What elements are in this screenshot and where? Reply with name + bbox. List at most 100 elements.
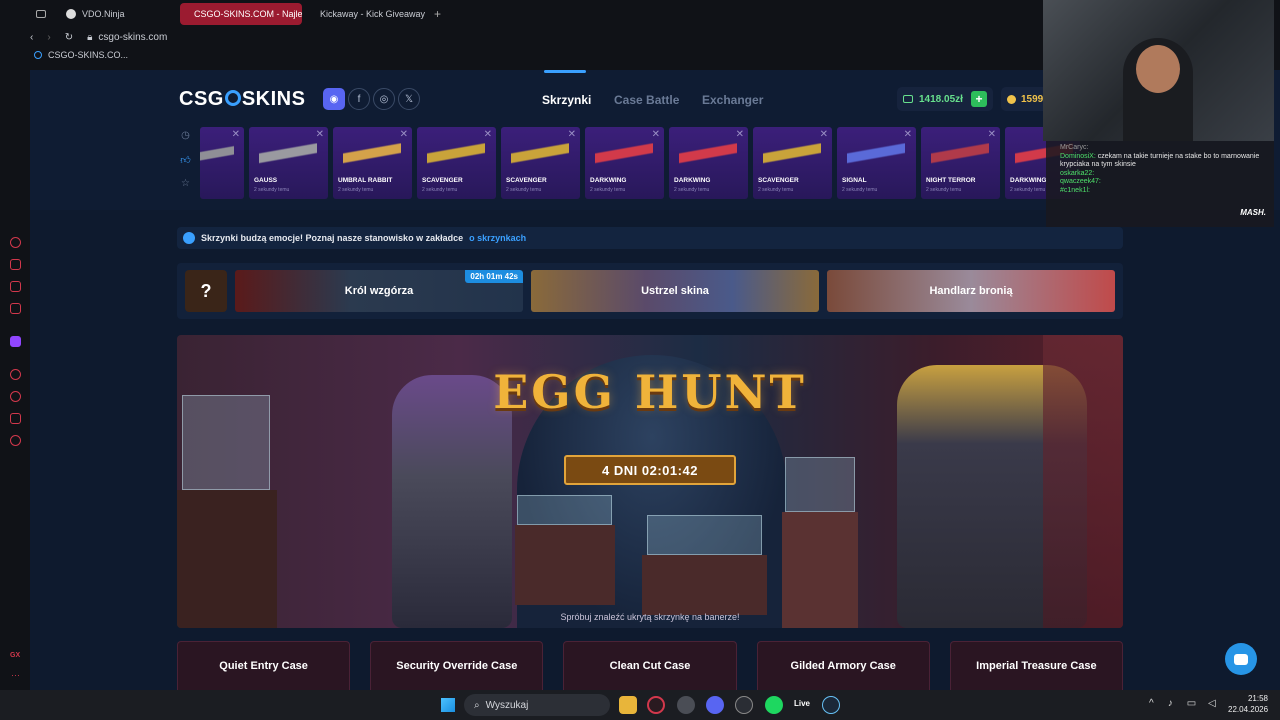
event-handlarz-bronia[interactable]: Handlarz bronią <box>827 270 1115 312</box>
weapon-skin-image <box>200 143 234 165</box>
event-label: Król wzgórza <box>344 285 414 297</box>
live-drop-card[interactable]: ✕ SCAVENGER 2 sekundy temu <box>753 127 832 199</box>
drop-skin-name: UMBRAL RABBIT <box>338 177 393 184</box>
live-drop-card[interactable]: ✕ SIGNAL 2 sekundy temu <box>837 127 916 199</box>
coin-icon <box>1007 94 1016 104</box>
coin-value: 1599 <box>1021 93 1044 105</box>
banner-countdown: 4 DNI 02:01:42 <box>564 455 736 485</box>
chat-line: #c1nek1l: <box>1060 186 1090 194</box>
opera-sidebar: GX ··· <box>0 0 30 690</box>
opera-gx-taskbar-icon[interactable] <box>647 696 665 714</box>
microphone-icon[interactable]: ♪ <box>1168 698 1173 709</box>
windows-taskbar: ⌕ Wyszukaj Live ^ ♪ ▭ ◁ 21:58 22.04.2026 <box>0 690 1280 720</box>
sidebar-speed-dial-icon[interactable] <box>10 237 21 248</box>
case-gilded-armory[interactable]: Gilded Armory Case <box>756 641 930 690</box>
sidebar-settings-icon[interactable] <box>10 435 21 446</box>
sidebar-player-icon[interactable] <box>10 369 21 380</box>
case-clean-cut[interactable]: Clean Cut Case <box>563 641 737 690</box>
weapon-skin-image <box>931 143 989 165</box>
like-filter-icon[interactable]: 👍︎ <box>180 154 191 166</box>
taskbar-search[interactable]: ⌕ Wyszukaj <box>464 694 610 716</box>
facebook-icon[interactable]: f <box>348 88 370 110</box>
pedestal-center-left <box>515 525 615 605</box>
case-imperial-treasure[interactable]: Imperial Treasure Case <box>949 641 1124 690</box>
mystery-box-button[interactable]: ? <box>185 270 227 312</box>
instagram-icon[interactable]: ◎ <box>373 88 395 110</box>
banner-hint: Spróbuj znaleźć ukrytą skrzynkę na baner… <box>560 612 740 622</box>
forward-icon[interactable]: › <box>47 32 50 43</box>
nav-case-battle[interactable]: Case Battle <box>614 93 679 107</box>
site-logo[interactable]: CSG SKINS <box>179 88 305 111</box>
egg-hunt-banner[interactable]: EGG HUNT 4 DNI 02:01:42 Spróbuj znaleźć … <box>177 335 1123 628</box>
tab-vdo-ninja[interactable]: VDO.Ninja <box>58 3 176 25</box>
live-drop-card[interactable]: ✕ SCAVENGER 2 sekundy temu <box>417 127 496 199</box>
app-taskbar-icon[interactable] <box>735 696 753 714</box>
sidebar-extensions-icon[interactable] <box>10 413 21 424</box>
nav-active-indicator <box>544 70 586 73</box>
live-drop-card[interactable]: ✕ DARKWING 2 sekundy temu <box>669 127 748 199</box>
sidebar-history-icon[interactable] <box>10 391 21 402</box>
nav-exchanger[interactable]: Exchanger <box>702 93 763 107</box>
glass-case-center-left <box>517 495 612 525</box>
live-drop-card[interactable]: ✕ DARKWING 2 sekundy temu <box>585 127 664 199</box>
windows-start-icon[interactable] <box>441 698 455 712</box>
wallet-icon <box>903 95 913 103</box>
live-drop-card[interactable]: ✕ <box>200 127 244 199</box>
tab-kickaway[interactable]: Kickaway - Kick Giveaway <box>306 3 430 25</box>
discord-taskbar-icon[interactable] <box>706 696 724 714</box>
wallet-balance[interactable]: 1418.05zł + <box>897 87 993 111</box>
sidebar-messenger-icon[interactable] <box>10 303 21 314</box>
reload-icon[interactable]: ↻ <box>65 32 73 43</box>
steam-icon[interactable] <box>822 696 840 714</box>
info-link[interactable]: o skrzynkach <box>469 233 526 243</box>
live-drop-card[interactable]: ✕ SCAVENGER 2 sekundy temu <box>501 127 580 199</box>
x-twitter-icon[interactable]: 𝕏 <box>398 88 420 110</box>
banner-title: EGG HUNT <box>493 365 807 419</box>
deposit-button[interactable]: + <box>971 91 987 107</box>
chrome-icon[interactable] <box>677 696 695 714</box>
live-drop-card[interactable]: ✕ NIGHT TERROR 2 sekundy temu <box>921 127 1000 199</box>
live-drop-card[interactable]: ✕ GAUSS 2 sekundy temu <box>249 127 328 199</box>
history-filter-icon[interactable]: ◷ <box>180 130 191 141</box>
drop-case-icon: ✕ <box>231 129 240 140</box>
tab-csgo-skins[interactable]: CSGO-SKINS.COM - Najle <box>180 3 302 25</box>
back-icon[interactable]: ‹ <box>30 32 33 43</box>
sidebar-discord-icon[interactable] <box>10 281 21 292</box>
drop-skin-name: SCAVENGER <box>506 177 547 184</box>
drop-time: 2 sekundy temu <box>842 187 878 193</box>
live-drop-filters: ◷ 👍︎ ☆ <box>180 130 196 202</box>
search-icon: ⌕ <box>474 699 480 711</box>
discord-icon[interactable]: ◉ <box>323 88 345 110</box>
live-drop-card[interactable]: ✕ UMBRAL RABBIT 2 sekundy temu <box>333 127 412 199</box>
chat-line: qwaczeek47: <box>1060 178 1101 185</box>
star-filter-icon[interactable]: ☆ <box>180 178 191 189</box>
bookmark-csgo-skins[interactable]: CSGO-SKINS.CO... <box>48 50 128 60</box>
drop-time: 2 sekundy temu <box>674 187 710 193</box>
spotify-icon[interactable] <box>765 696 783 714</box>
taskbar-clock[interactable]: 21:58 22.04.2026 <box>1228 693 1268 715</box>
weapon-skin-image <box>847 143 905 165</box>
support-chat-button[interactable] <box>1225 643 1257 675</box>
webcam-overlay <box>1043 0 1274 141</box>
system-tray: ^ ♪ ▭ <box>1149 698 1196 709</box>
url-field[interactable]: csgo-skins.com <box>98 32 167 43</box>
drop-case-icon: ✕ <box>399 129 408 140</box>
network-icon[interactable]: ▭ <box>1187 698 1196 709</box>
weapon-skin-image <box>511 143 569 165</box>
case-security-override[interactable]: Security Override Case <box>370 641 544 690</box>
live-app-icon[interactable]: Live <box>794 699 810 708</box>
tab-menu-icon[interactable] <box>36 10 46 18</box>
event-krol-wzgorza[interactable]: Król wzgórza 02h 01m 42s <box>235 270 523 312</box>
nav-skrzynki[interactable]: Skrzynki <box>542 93 591 107</box>
new-tab-button[interactable]: + <box>434 7 441 21</box>
event-ustrzel-skina[interactable]: Ustrzel skina <box>531 270 819 312</box>
case-quiet-entry[interactable]: Quiet Entry Case <box>177 641 351 690</box>
sidebar-twitch-icon[interactable] <box>10 336 21 347</box>
drop-case-icon: ✕ <box>735 129 744 140</box>
volume-icon[interactable]: ◁ <box>1208 698 1216 709</box>
sidebar-more-icon[interactable]: ··· <box>11 670 20 680</box>
file-explorer-icon[interactable] <box>619 696 637 714</box>
sidebar-bag-icon[interactable] <box>10 259 21 270</box>
tray-chevron-icon[interactable]: ^ <box>1149 698 1154 709</box>
sidebar-gx-badge[interactable]: GX <box>10 652 20 659</box>
